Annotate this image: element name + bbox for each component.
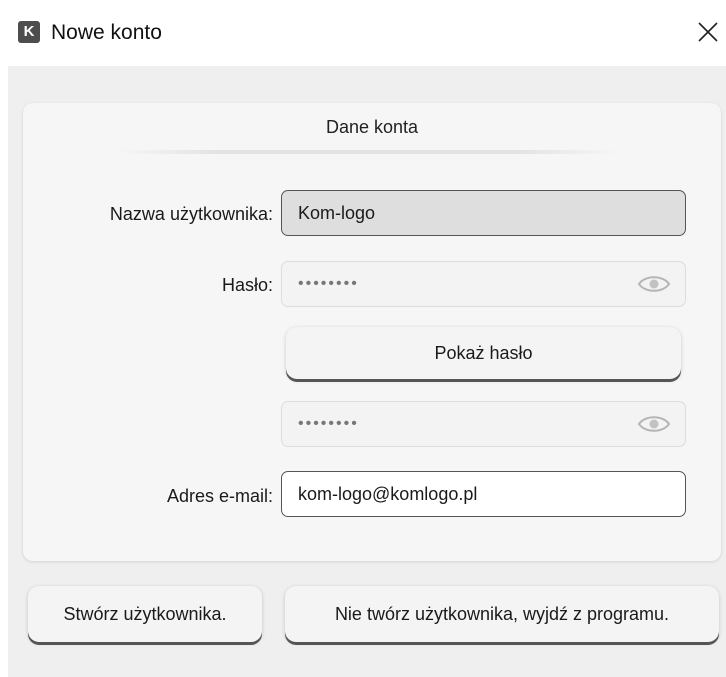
close-button[interactable]	[688, 12, 726, 52]
window-title: Nowe konto	[51, 21, 162, 44]
email-field[interactable]: kom-logo@komlogo.pl	[281, 471, 686, 517]
email-value: kom-logo@komlogo.pl	[298, 484, 478, 504]
close-icon	[698, 22, 718, 42]
password-confirm-field[interactable]: ••••••••	[281, 401, 686, 447]
show-password-button[interactable]: Pokaż hasło	[286, 327, 681, 379]
password-label: Hasło:	[221, 275, 273, 295]
username-value: Kom-logo	[298, 203, 376, 223]
password-confirm-mask: ••••••••	[298, 415, 359, 432]
eye-icon[interactable]	[637, 273, 671, 295]
email-label: Adres e-mail:	[166, 486, 273, 506]
exit-program-button[interactable]: Nie twórz użytkownika, wyjdź z programu.	[285, 586, 719, 642]
account-details-panel: Dane konta Nazwa użytkownika: Kom-logo H…	[23, 103, 721, 561]
password-field[interactable]: ••••••••	[281, 261, 686, 307]
password-mask: ••••••••	[298, 275, 359, 292]
create-user-button[interactable]: Stwórz użytkownika.	[28, 586, 262, 642]
eye-icon[interactable]	[637, 413, 671, 435]
username-field[interactable]: Kom-logo	[281, 190, 686, 236]
new-account-window: K Nowe konto Dane konta Nazwa użytkownik…	[0, 0, 726, 677]
section-title: Dane konta	[325, 117, 419, 137]
client-area: Dane konta Nazwa użytkownika: Kom-logo H…	[8, 66, 726, 677]
title-bar[interactable]: K Nowe konto	[0, 0, 726, 66]
section-divider	[118, 150, 618, 154]
app-icon: K	[18, 21, 40, 43]
username-label: Nazwa użytkownika:	[109, 204, 273, 224]
